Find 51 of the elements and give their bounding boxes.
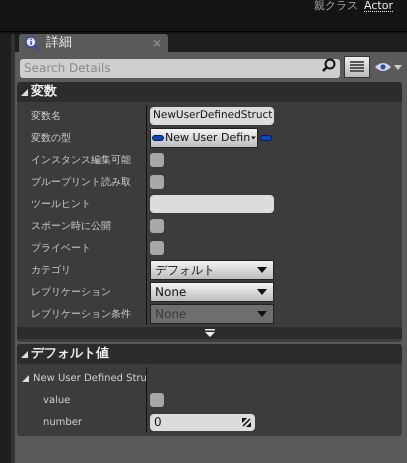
checkbox[interactable]: [150, 175, 164, 189]
property-label: ツールヒント: [31, 198, 91, 212]
text-field[interactable]: [150, 195, 274, 213]
property-label: レプリケーション: [31, 286, 111, 300]
property-label: 変数名: [31, 110, 61, 124]
parent-class-link[interactable]: Actor: [364, 0, 393, 12]
property-label: value: [43, 394, 70, 408]
resize-icon: [242, 418, 251, 426]
grid-view-button[interactable]: [344, 56, 370, 78]
expand-arrow-icon[interactable]: [22, 374, 29, 382]
visibility-button[interactable]: [374, 62, 402, 72]
tab-title: 詳細: [46, 34, 72, 52]
info-search-icon: [25, 36, 40, 50]
checkbox[interactable]: [150, 219, 164, 233]
section-header[interactable]: デフォルト値: [17, 344, 402, 364]
details-tab[interactable]: 詳細 ×: [19, 34, 168, 52]
type-dropdown[interactable]: New User Defin: [150, 128, 258, 148]
parent-class-label: 親クラス: [314, 0, 358, 11]
property-label: スポーン時に公開: [31, 220, 111, 234]
caret-icon: [394, 64, 402, 70]
property-label: 変数の型: [31, 132, 71, 146]
section-header[interactable]: 変数: [17, 82, 402, 102]
caret-icon: [257, 267, 267, 273]
number-field[interactable]: 0: [150, 414, 255, 430]
property-label: ブループリント読み取: [31, 176, 131, 190]
search-field[interactable]: Search Details: [20, 58, 340, 78]
property-label: New User Defined Stru: [33, 372, 146, 386]
property-label: インスタンス編集可能: [31, 154, 131, 168]
caret-icon: [251, 135, 256, 141]
caret-icon: [257, 311, 267, 317]
property-label: number: [43, 416, 82, 430]
checkbox[interactable]: [150, 241, 164, 255]
checkbox[interactable]: [150, 153, 164, 167]
dropdown[interactable]: デフォルト: [150, 260, 274, 280]
expand-more-icon[interactable]: [204, 329, 214, 337]
section-title: デフォルト値: [31, 345, 109, 364]
search-icon: [322, 58, 336, 72]
text-field[interactable]: NewUserDefinedStruct: [150, 107, 274, 125]
eye-icon: [374, 62, 392, 72]
property-label: カテゴリ: [31, 264, 71, 278]
struct-pin-icon: [260, 135, 272, 141]
list-icon: [350, 61, 364, 73]
property-label: プライベート: [31, 242, 91, 256]
struct-pin-icon: [152, 135, 164, 141]
checkbox[interactable]: [150, 393, 164, 407]
caret-icon: [257, 289, 267, 295]
expand-arrow-icon[interactable]: [21, 88, 28, 96]
property-label: レプリケーション条件: [31, 308, 131, 322]
dropdown[interactable]: None: [150, 282, 274, 302]
expand-arrow-icon[interactable]: [21, 350, 28, 358]
section-title: 変数: [31, 82, 57, 102]
